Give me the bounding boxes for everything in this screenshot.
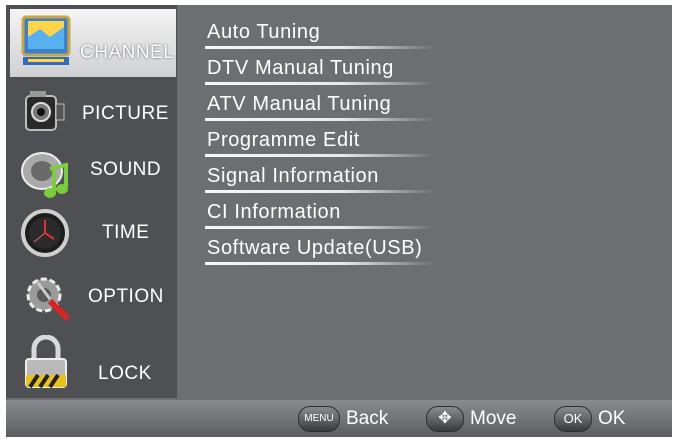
menu-item-ci-information[interactable]: CI Information [203,199,453,233]
menu-item-dtv-manual-tuning[interactable]: DTV Manual Tuning [203,55,453,89]
back-label: Back [346,408,389,429]
menu-item-underline [205,226,435,229]
sidebar-item-sound[interactable]: SOUND [6,143,177,205]
sidebar: CHANNEL PICTURE SOUND TIME OPTION LOCK [6,5,177,398]
menu-item-label: Software Update(USB) [207,237,423,259]
menu-item-underline [205,118,435,121]
menu-item-underline [205,154,435,157]
sidebar-item-label: CHANNEL [80,42,175,63]
menu-item-atv-manual-tuning[interactable]: ATV Manual Tuning [203,91,453,125]
ok-hint[interactable]: OK OK [554,406,654,432]
menu-item-label: CI Information [207,201,342,223]
menu-item-auto-tuning[interactable]: Auto Tuning [203,19,453,53]
padlock-icon [22,334,72,389]
menu-item-underline [205,82,435,85]
move-hint[interactable]: ✥ Move [426,406,536,432]
menu-item-label: Signal Information [207,165,380,187]
gear-tool-icon [20,271,71,322]
sidebar-item-lock[interactable]: LOCK [6,333,177,395]
menu-item-underline [205,46,435,49]
back-hint[interactable]: MENU Back [298,406,398,432]
footer-hint-bar: MENU Back ✥ Move OK OK [6,400,672,437]
sidebar-item-option[interactable]: OPTION [6,269,177,331]
ok-key-icon: OK [554,406,592,432]
menu-item-underline [205,262,435,265]
menu-item-signal-information[interactable]: Signal Information [203,163,453,197]
sidebar-item-picture[interactable]: PICTURE [6,81,177,143]
menu-item-underline [205,190,435,193]
channel-monitor-icon [20,15,71,65]
menu-item-label: DTV Manual Tuning [207,57,394,79]
menu-item-label: ATV Manual Tuning [207,93,392,115]
clock-icon [20,208,70,258]
sidebar-item-label: OPTION [88,286,164,307]
sidebar-item-time[interactable]: TIME [6,203,177,265]
sidebar-item-label: SOUND [90,159,162,180]
ok-label: OK [598,408,626,429]
menu-key-icon: MENU [298,406,340,432]
sidebar-item-label: LOCK [98,363,152,384]
speaker-music-icon [20,149,70,199]
tv-menu-screen: CHANNEL PICTURE SOUND TIME OPTION LOCK A… [6,5,672,437]
sidebar-item-label: TIME [102,222,150,243]
sidebar-item-label: PICTURE [82,103,169,124]
move-label: Move [470,408,517,429]
menu-item-label: Programme Edit [207,129,360,151]
sidebar-item-channel[interactable]: CHANNEL [10,9,176,77]
menu-item-label: Auto Tuning [207,21,321,43]
arrows-move-icon: ✥ [426,406,464,432]
menu-item-software-update-usb[interactable]: Software Update(USB) [203,235,453,269]
camcorder-icon [20,88,70,138]
menu-item-programme-edit[interactable]: Programme Edit [203,127,453,161]
